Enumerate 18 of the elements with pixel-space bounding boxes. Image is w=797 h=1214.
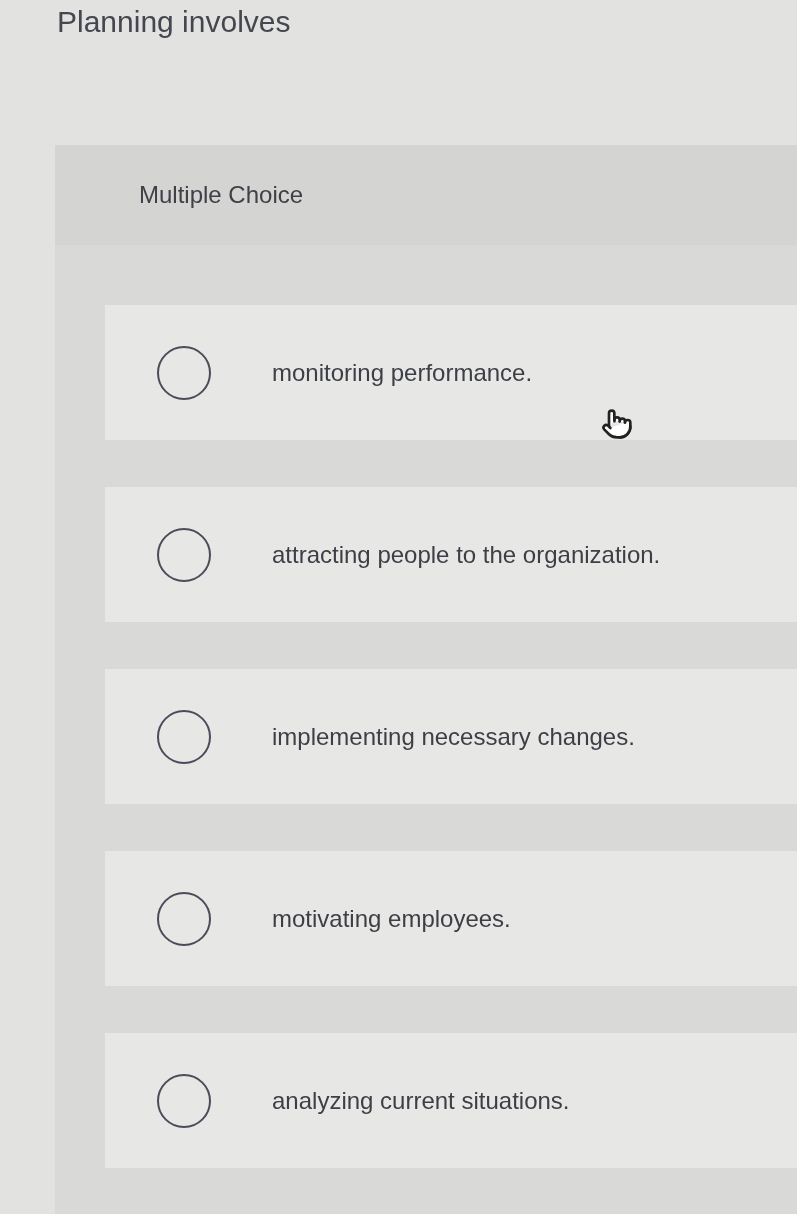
radio-button[interactable] [157,709,211,764]
option-label: monitoring performance. [272,357,533,388]
option-label: attracting people to the organization. [272,539,661,570]
hand-pointer-icon [601,407,633,441]
option-label: analyzing current situations. [272,1085,570,1116]
option-card[interactable]: attracting people to the organization. [105,487,797,622]
option-label: implementing necessary changes. [272,721,635,752]
option-card[interactable]: motivating employees. [105,851,797,986]
radio-button[interactable] [157,527,211,582]
radio-button[interactable] [157,1073,211,1128]
option-card[interactable]: implementing necessary changes. [105,669,797,804]
radio-button[interactable] [157,891,211,946]
option-card[interactable]: analyzing current situations. [105,1033,797,1168]
panel-heading: Multiple Choice [139,180,304,210]
radio-button[interactable] [157,345,211,400]
option-card[interactable]: monitoring performance. [105,305,797,440]
question-title: Planning involves [57,4,291,40]
option-label: motivating employees. [272,903,511,934]
